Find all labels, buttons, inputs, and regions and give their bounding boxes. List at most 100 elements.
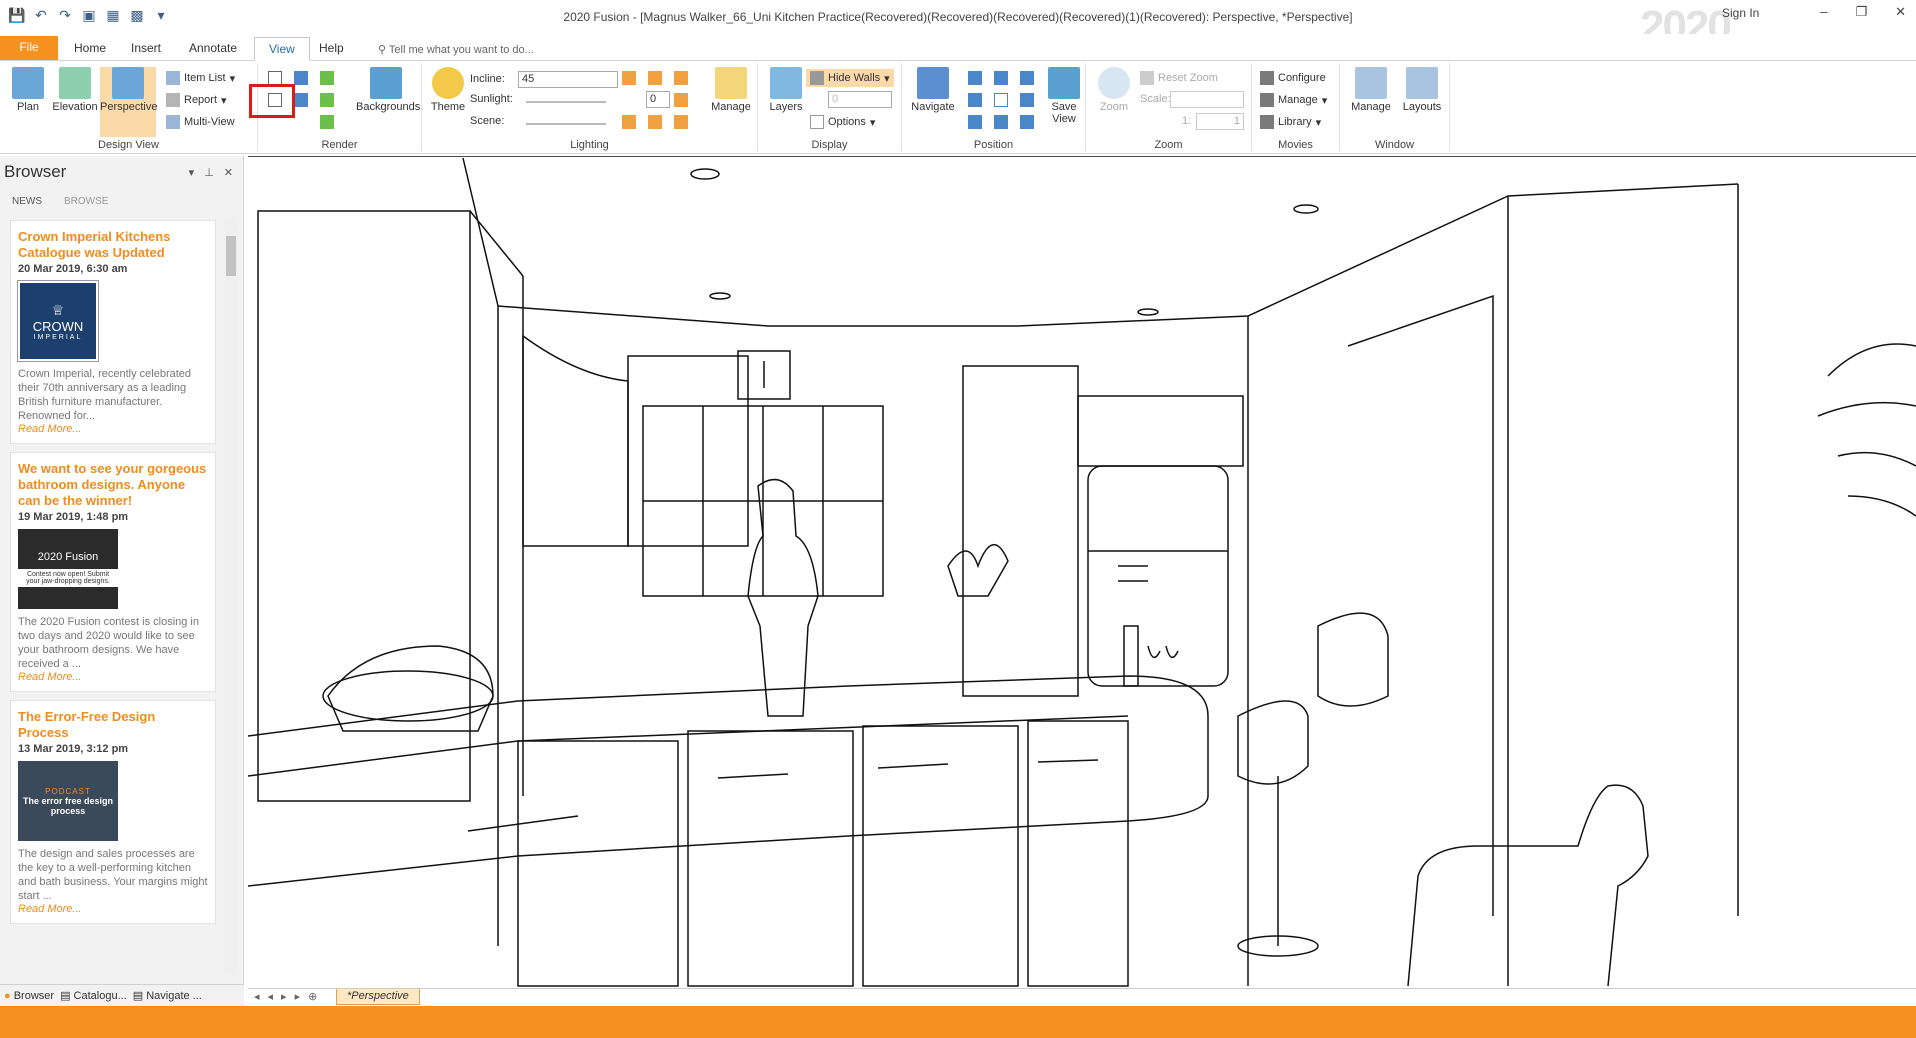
sunlight-input[interactable]: 0 [646,91,670,108]
movies-manage-button[interactable]: Manage ▾ [1260,93,1327,107]
arrow-icon[interactable] [1020,115,1034,129]
lighting-manage-button[interactable]: Manage [706,67,756,113]
perspective-viewport[interactable] [248,156,1916,988]
perspective-button[interactable]: Perspective [100,67,157,137]
window-manage-icon [1355,67,1387,99]
multi-view-icon [166,115,180,129]
bottom-tab-navigate[interactable]: ▤ Navigate ... [133,989,202,1002]
scale-label: Scale: [1140,93,1171,105]
shaded-render-icon[interactable] [320,71,334,85]
layouts-button[interactable]: Layouts [1398,67,1446,113]
reset-zoom-icon [1140,71,1154,85]
tab-browse[interactable]: BROWSE [64,196,108,207]
solid-render-icon[interactable] [294,71,308,85]
tab-home[interactable]: Home [60,37,120,61]
wireframe-icon[interactable] [268,71,282,85]
zoom-button[interactable]: Zoom [1092,67,1136,113]
scrollbar-thumb[interactable] [226,236,236,276]
highlight-box [249,84,295,118]
render-settings-icon[interactable] [320,115,334,129]
render-label: Render [321,139,358,151]
arrow-right-icon[interactable] [674,93,688,107]
bottom-tab-catalogue[interactable]: ▤ Catalogu... [60,989,127,1002]
minimize-button[interactable]: – [1820,4,1827,20]
options-button[interactable]: Options ▾ [810,115,875,129]
layers-button[interactable]: Layers [764,67,808,113]
arrow-right-icon[interactable] [1020,93,1034,107]
elevation-button[interactable]: Elevation [52,67,98,113]
backgrounds-button[interactable]: Backgrounds [356,67,420,113]
read-more-link[interactable]: Read More... [18,903,208,915]
ratio-input[interactable]: 1 [1196,113,1244,130]
news-thumbnail[interactable]: 2020 Fusion Contest now open! Submit you… [18,529,118,609]
tab-perspective[interactable]: *Perspective [336,989,420,1005]
hide-walls-button[interactable]: Hide Walls ▾ [806,69,894,87]
news-title[interactable]: We want to see your gorgeous bathroom de… [18,461,208,509]
sign-in-button[interactable]: Sign In [1722,6,1759,20]
incline-input[interactable]: 45 [518,71,618,88]
design-view-label: Design View [98,139,159,151]
tab-file[interactable]: File [0,36,58,60]
layouts-icon [1406,67,1438,99]
walking-person-icon [917,67,949,99]
arrow-down-icon[interactable] [994,115,1008,129]
feed-scrollbar[interactable] [224,220,238,972]
multi-view-button[interactable]: Multi-View [166,115,235,129]
arrow-up-icon[interactable] [648,71,662,85]
reset-zoom-button[interactable]: Reset Zoom [1140,71,1218,85]
tab-annotate[interactable]: Annotate [175,37,251,61]
report-button[interactable]: Report ▾ [166,93,227,107]
panel-close-icon[interactable]: ✕ [224,166,233,179]
navigate-button[interactable]: Navigate [906,67,960,113]
scene-slider[interactable] [526,123,606,125]
arrow-icon[interactable] [622,71,636,85]
window-manage-button[interactable]: Manage [1346,67,1396,113]
add-render-icon[interactable] [320,93,334,107]
arrow-icon[interactable] [1020,71,1034,85]
navigate-icon: ▤ [132,990,144,1002]
plan-button[interactable]: Plan [6,67,50,113]
scale-select[interactable] [1170,91,1244,108]
sunlight-slider[interactable] [526,101,606,103]
arrow-icon[interactable] [674,71,688,85]
tab-navigation-arrows[interactable]: ◂◂▸▸⊕ [254,990,325,1003]
tab-view[interactable]: View [254,37,310,61]
center-icon[interactable] [994,93,1008,107]
pin-icon[interactable]: ⊥ [204,166,214,179]
tell-me-search[interactable]: ⚲ Tell me what you want to do... [378,43,534,56]
arrow-up-icon[interactable] [994,71,1008,85]
theme-button[interactable]: Theme [426,67,470,113]
read-more-link[interactable]: Read More... [18,423,208,435]
bottom-tab-browser[interactable]: ● Browser [4,990,54,1002]
display-label: Display [811,139,848,151]
arrow-icon[interactable] [968,71,982,85]
arrow-icon[interactable] [674,115,688,129]
news-thumbnail[interactable]: ♕ CROWN IMPERIAL [17,280,99,362]
tab-news[interactable]: NEWS [12,196,42,207]
layers-icon [770,67,802,99]
restore-button[interactable]: ❐ [1855,4,1867,20]
save-view-button[interactable]: Save View [1042,67,1086,125]
tab-help[interactable]: Help [305,37,358,61]
arrow-left-icon[interactable] [968,93,982,107]
panel-dropdown-icon[interactable]: ▾ [189,166,195,179]
news-title[interactable]: Crown Imperial Kitchens Catalogue was Up… [18,229,208,261]
realistic-render-icon[interactable] [294,93,308,107]
read-more-link[interactable]: Read More... [18,671,208,683]
news-thumbnail[interactable]: PODCAST The error free design process [18,761,118,841]
hide-walls-input[interactable]: 0 [828,91,892,108]
grid-icon [810,115,824,129]
news-title[interactable]: The Error-Free Design Process [18,709,208,741]
arrow-down-icon[interactable] [648,115,662,129]
configure-button[interactable]: Configure [1260,71,1326,85]
news-card: Crown Imperial Kitchens Catalogue was Up… [10,220,216,444]
arrow-icon[interactable] [622,115,636,129]
news-text: The design and sales processes are the k… [18,848,208,902]
tab-insert[interactable]: Insert [117,37,175,61]
library-button[interactable]: Library ▾ [1260,115,1321,129]
catalogue-icon: ▤ [60,990,71,1002]
arrow-icon[interactable] [968,115,982,129]
item-list-button[interactable]: Item List ▾ [166,71,235,85]
close-button[interactable]: ✕ [1895,4,1906,20]
movies-label: Movies [1278,139,1313,151]
